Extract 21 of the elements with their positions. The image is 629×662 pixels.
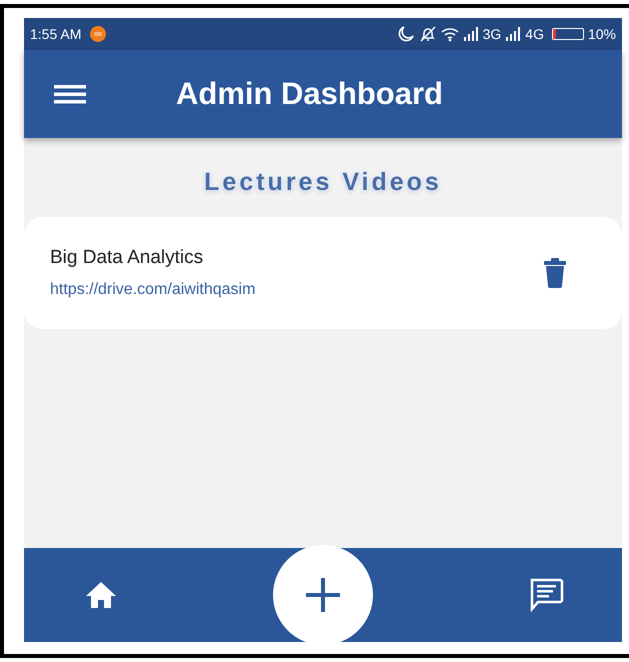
signal-icon	[505, 27, 522, 41]
section-title: Lectures Videos	[204, 168, 442, 197]
moon-icon	[396, 25, 415, 43]
plus-icon	[306, 578, 340, 612]
battery-icon	[552, 28, 584, 40]
delete-icon[interactable]	[543, 258, 567, 288]
status-time: 1:55 AM	[30, 26, 82, 42]
network-label: 3G	[482, 26, 502, 42]
video-link[interactable]: https://drive.com/aiwithqasim	[50, 281, 256, 299]
menu-icon[interactable]	[54, 82, 86, 106]
notification-dot-icon	[89, 25, 108, 43]
signal-icon	[462, 27, 479, 41]
bell-off-icon	[418, 25, 437, 43]
home-icon[interactable]	[84, 580, 118, 610]
video-card[interactable]: Big Data Analytics https://drive.com/aiwithqasim	[24, 217, 622, 329]
battery-percent: 10%	[588, 26, 616, 42]
network-label: 4G	[525, 26, 544, 42]
app-title: Admin Dashboard	[176, 76, 443, 112]
wifi-icon	[440, 26, 459, 42]
video-title: Big Data Analytics	[50, 247, 204, 269]
chat-icon[interactable]	[528, 578, 564, 612]
